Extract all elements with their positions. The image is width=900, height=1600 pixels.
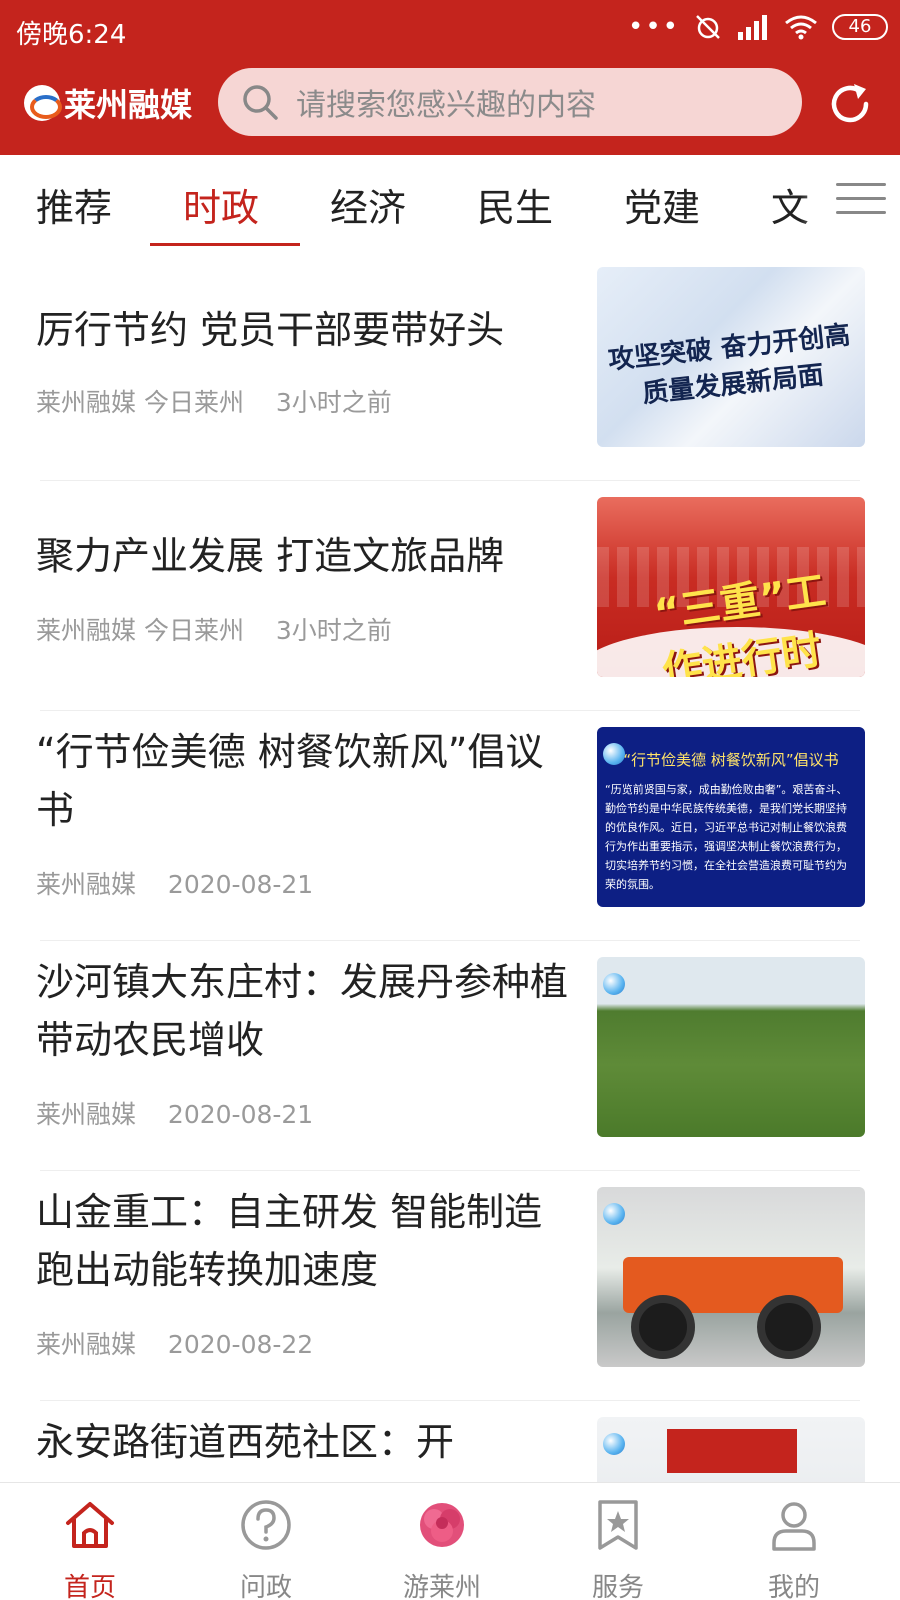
news-meta: 莱州融媒 2020-08-21 <box>36 865 313 901</box>
news-thumbnail <box>597 957 865 1137</box>
nav-label: 首页 <box>63 1573 116 1600</box>
more-dots-icon: ••• <box>627 12 680 42</box>
home-icon <box>66 1502 114 1548</box>
search-placeholder: 请搜索您感兴趣的内容 <box>296 88 596 123</box>
nav-home[interactable]: 首页 <box>30 1497 150 1600</box>
nav-label: 问政 <box>239 1573 292 1600</box>
alarm-off-icon <box>696 15 720 39</box>
news-list: 厉行节约 党员干部要带好头 莱州融媒 今日莱州 3小时之前 攻坚突破 奋力开创高… <box>0 251 900 1482</box>
app-logo[interactable]: 莱州融媒 <box>24 80 192 126</box>
news-time: 3小时之前 <box>275 616 392 645</box>
news-item[interactable]: 永安路街道西苑社区：开 <box>0 1401 900 1482</box>
news-title: 山金重工：自主研发 智能制造 跑出动能转换加速度 <box>36 1190 543 1292</box>
news-source: 莱州融媒 <box>36 616 137 645</box>
status-time: 傍晚6:24 <box>16 20 127 50</box>
news-time: 2020-08-21 <box>167 870 314 899</box>
news-thumbnail: “三重”工作进行时 <box>597 497 865 677</box>
logo-text: 莱州融媒 <box>64 86 193 124</box>
news-source-secondary: 今日莱州 <box>143 616 244 645</box>
news-title: 厉行节约 党员干部要带好头 <box>36 308 505 352</box>
nav-tour[interactable]: 游莱州 <box>382 1497 502 1600</box>
search-icon <box>243 85 278 120</box>
thumbnail-text: 攻坚突破 奋力开创高质量发展新局面 <box>606 320 852 410</box>
nav-label: 我的 <box>767 1573 820 1600</box>
top-bar: 傍晚6:24 ••• 46 莱州融媒 请搜索您感兴趣的内容 <box>0 0 900 155</box>
news-title: 永安路街道西苑社区：开 <box>36 1420 455 1464</box>
battery-icon: 46 <box>832 14 888 40</box>
tab-economy[interactable]: 经济 <box>330 177 406 232</box>
news-meta: 莱州融媒 2020-08-22 <box>36 1325 313 1361</box>
app-bar: 莱州融媒 请搜索您感兴趣的内容 <box>0 60 900 155</box>
news-time: 3小时之前 <box>275 388 392 417</box>
play-badge-icon <box>603 1203 625 1225</box>
news-title: 沙河镇大东庄村：发展丹参种植 带动农民增收 <box>36 960 569 1062</box>
signal-icon <box>738 15 767 40</box>
news-meta: 莱州融媒 2020-08-21 <box>36 1095 313 1131</box>
nav-label: 游莱州 <box>402 1573 481 1600</box>
category-tabs: 推荐 时政 经济 民生 党建 文 <box>0 155 900 251</box>
news-item[interactable]: 山金重工：自主研发 智能制造 跑出动能转换加速度 莱州融媒 2020-08-22 <box>0 1171 900 1401</box>
news-source: 莱州融媒 <box>36 388 137 417</box>
wifi-icon <box>785 15 817 40</box>
news-item[interactable]: 聚力产业发展 打造文旅品牌 莱州融媒 今日莱州 3小时之前 “三重”工作进行时 <box>0 481 900 711</box>
status-bar: 傍晚6:24 ••• 46 <box>0 0 900 60</box>
news-meta: 莱州融媒 今日莱州 3小时之前 <box>36 611 392 647</box>
news-source: 莱州融媒 <box>36 1330 137 1359</box>
tab-livelihood[interactable]: 民生 <box>477 177 553 232</box>
tab-politics[interactable]: 时政 <box>183 177 259 232</box>
logo-mark-icon <box>24 85 62 121</box>
menu-icon[interactable] <box>836 183 886 225</box>
news-time: 2020-08-22 <box>167 1330 314 1359</box>
active-tab-indicator <box>150 243 300 246</box>
bookmark-star-icon <box>598 1500 638 1550</box>
news-item[interactable]: “行节俭美德 树餐饮新风”倡议书 莱州融媒 2020-08-21 “行节俭美德 … <box>0 711 900 941</box>
play-badge-icon <box>603 743 625 765</box>
nav-services[interactable]: 服务 <box>558 1497 678 1600</box>
tab-recommend[interactable]: 推荐 <box>36 177 112 232</box>
nav-profile[interactable]: 我的 <box>734 1497 854 1600</box>
question-icon <box>241 1500 291 1550</box>
play-badge-icon <box>603 1433 625 1455</box>
refresh-icon[interactable] <box>826 80 874 128</box>
user-icon <box>772 1502 816 1551</box>
news-item[interactable]: 厉行节约 党员干部要带好头 莱州融媒 今日莱州 3小时之前 攻坚突破 奋力开创高… <box>0 251 900 481</box>
thumbnail-body: “历览前贤国与家，成由勤俭败由奢”。艰苦奋斗、勤俭节约是中华民族传统美德，是我们… <box>605 783 848 891</box>
news-source: 莱州融媒 <box>36 1100 137 1129</box>
news-thumbnail <box>597 1417 865 1482</box>
nav-inquiry[interactable]: 问政 <box>206 1497 326 1600</box>
nav-label: 服务 <box>591 1573 644 1600</box>
status-icons: ••• 46 <box>628 12 888 42</box>
news-thumbnail: “行节俭美德 树餐饮新风”倡议书 “历览前贤国与家，成由勤俭败由奢”。艰苦奋斗、… <box>597 727 865 907</box>
search-input[interactable]: 请搜索您感兴趣的内容 <box>218 68 802 136</box>
news-meta: 莱州融媒 今日莱州 3小时之前 <box>36 383 392 419</box>
news-time: 2020-08-21 <box>167 1100 314 1129</box>
news-thumbnail: 攻坚突破 奋力开创高质量发展新局面 <box>597 267 865 447</box>
bottom-nav: 首页 问政 游莱州 服务 我的 <box>0 1482 900 1600</box>
news-thumbnail <box>597 1187 865 1367</box>
rose-icon <box>420 1503 464 1547</box>
news-source-secondary: 今日莱州 <box>143 388 244 417</box>
news-title: 聚力产业发展 打造文旅品牌 <box>36 534 505 578</box>
play-badge-icon <box>603 973 625 995</box>
thumbnail-heading: “行节俭美德 树餐饮新风”倡议书 <box>623 751 839 769</box>
news-source: 莱州融媒 <box>36 870 137 899</box>
news-title: “行节俭美德 树餐饮新风”倡议书 <box>36 730 544 832</box>
tab-party-building[interactable]: 党建 <box>624 177 700 232</box>
news-item[interactable]: 沙河镇大东庄村：发展丹参种植 带动农民增收 莱州融媒 2020-08-21 <box>0 941 900 1171</box>
